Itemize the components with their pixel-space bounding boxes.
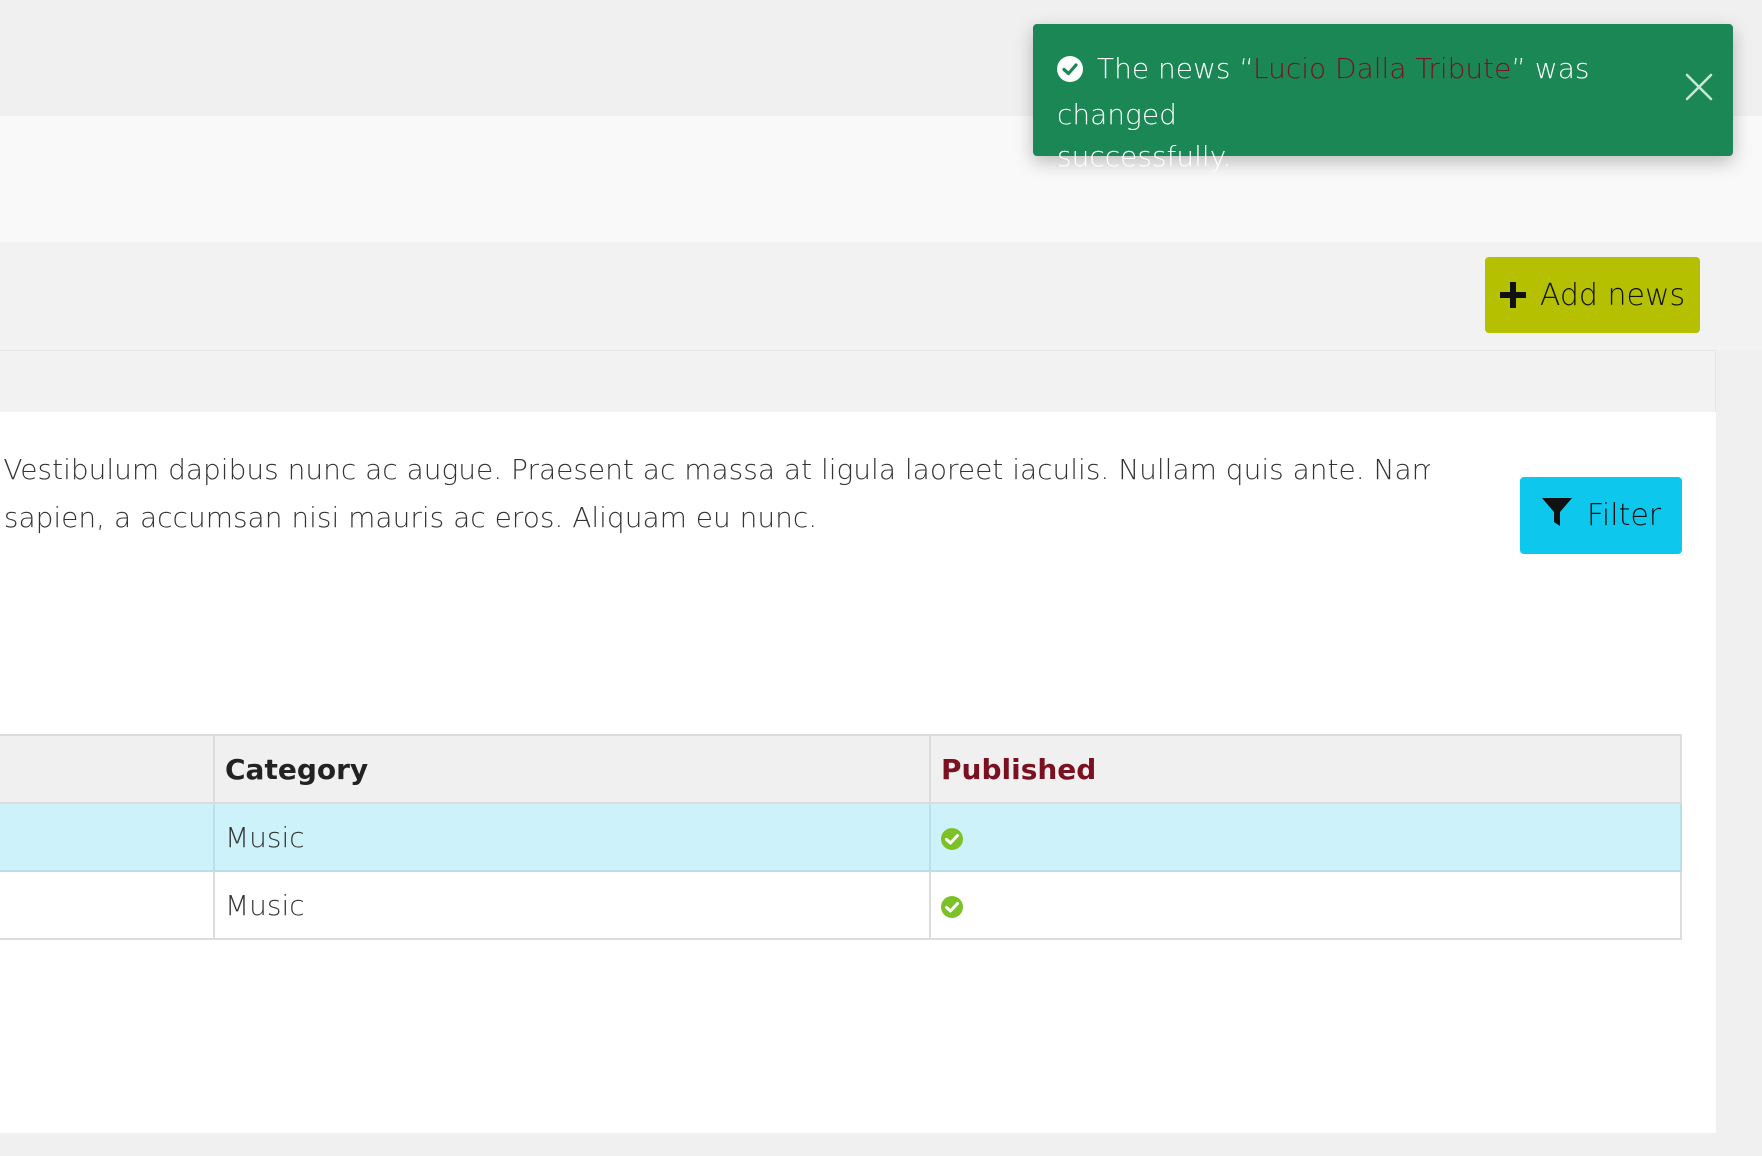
title-cell <box>0 870 215 940</box>
column-header-published[interactable]: Published <box>929 734 1682 804</box>
success-toast: The news “Lucio Dalla Tribute” was chang… <box>1033 24 1733 173</box>
toast-message: The news “Lucio Dalla Tribute” was chang… <box>1057 48 1617 178</box>
add-news-label: Add news <box>1539 277 1686 313</box>
toast-news-title[interactable]: Lucio Dalla Tribute <box>1253 52 1511 85</box>
table-row[interactable]: Music <box>0 870 1682 940</box>
check-circle-icon <box>1057 52 1083 94</box>
toast-line-2: successfully. <box>1057 140 1232 173</box>
table-row[interactable]: Music <box>0 802 1682 872</box>
check-circle-icon <box>941 896 1670 918</box>
filter-button[interactable]: Filter <box>1520 477 1682 554</box>
plus-icon <box>1499 282 1526 308</box>
published-cell <box>929 870 1682 940</box>
filter-icon <box>1541 496 1573 536</box>
column-header-title <box>0 734 215 804</box>
description-line-2: ue sapien, a accumsan nisi mauris ac ero… <box>0 501 818 534</box>
published-cell <box>929 802 1682 872</box>
filter-description: ni. Vestibulum dapibus nunc ac augue. Pr… <box>0 446 1430 542</box>
news-list-card: ni. Vestibulum dapibus nunc ac augue. Pr… <box>0 350 1716 1133</box>
column-header-category[interactable]: Category <box>213 734 931 804</box>
title-cell <box>0 802 215 872</box>
card-header <box>0 350 1716 412</box>
filter-label: Filter <box>1586 498 1662 533</box>
add-news-button[interactable]: Add news <box>1485 257 1700 333</box>
news-table: Category Published Music Music <box>0 734 1682 940</box>
description-line-1: ni. Vestibulum dapibus nunc ac augue. Pr… <box>0 453 1430 486</box>
table-header-row: Category Published <box>0 734 1682 804</box>
toast-prefix: The news “ <box>1097 52 1253 85</box>
category-cell: Music <box>213 802 931 872</box>
category-cell: Music <box>213 870 931 940</box>
close-icon[interactable] <box>1685 71 1713 113</box>
check-circle-icon <box>941 828 1670 850</box>
